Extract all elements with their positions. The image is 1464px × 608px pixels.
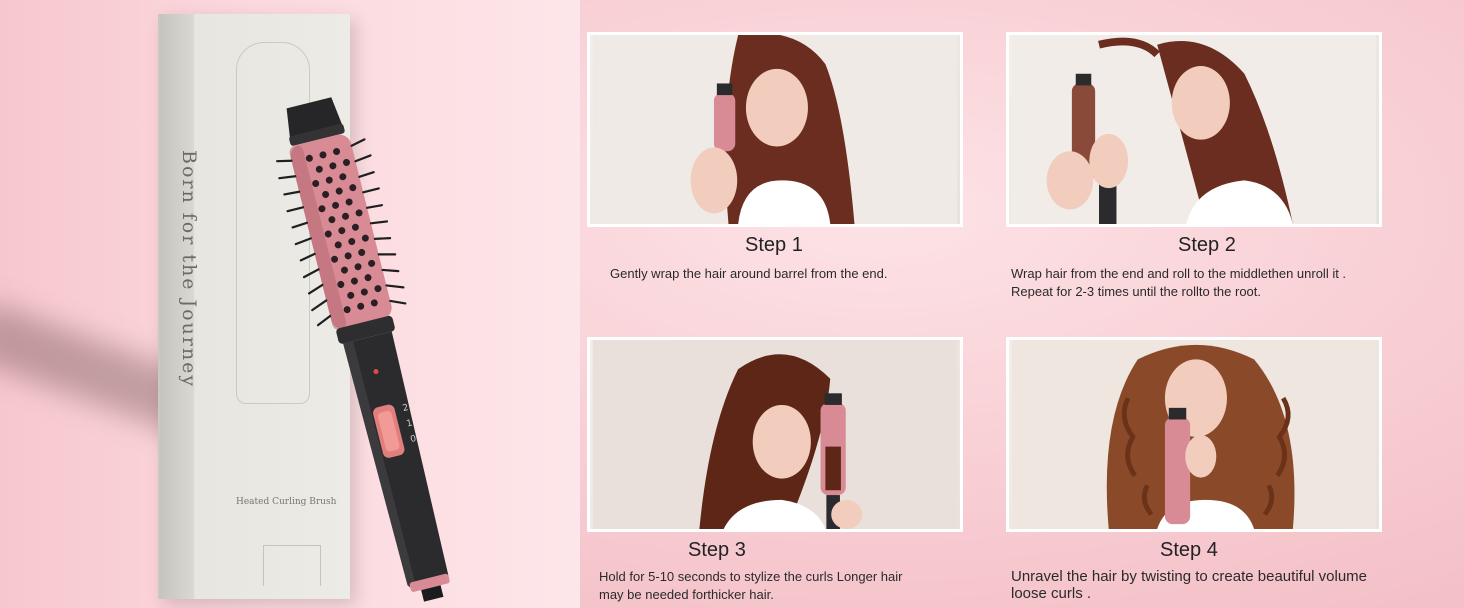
box-slogan: Born for the Journey — [178, 150, 200, 389]
step-1-description: Gently wrap the hair around barrel from … — [610, 266, 888, 281]
step-2-description: Wrap hair from the end and roll to the m… — [1011, 266, 1347, 299]
box-caption: Heated Curling Brush — [236, 497, 337, 507]
step-3-photo — [587, 337, 963, 532]
box-flap — [263, 545, 321, 586]
step-3-title: Step 3 — [688, 539, 746, 561]
step-2-title: Step 2 — [1178, 234, 1236, 256]
step-1-photo — [587, 32, 963, 227]
woman-profile-rolling-hair-icon — [1011, 35, 1377, 224]
step-3-description: Hold for 5-10 seconds to stylize the cur… — [599, 569, 903, 602]
switch-label: 0 — [409, 434, 417, 445]
woman-holding-brush-side-icon — [592, 340, 958, 529]
woman-straight-hair-brush-icon — [592, 35, 958, 224]
step-1-title: Step 1 — [745, 234, 803, 256]
step-4-description: Unravel the hair by twisting to create b… — [1011, 568, 1368, 602]
step-4-photo — [1006, 337, 1382, 532]
product-banner: Born for the Journey Heated Curling Brus… — [0, 0, 1464, 608]
step-2-photo — [1006, 32, 1382, 227]
woman-curly-hair-smiling-icon — [1011, 340, 1377, 529]
step-4-title: Step 4 — [1160, 539, 1218, 561]
